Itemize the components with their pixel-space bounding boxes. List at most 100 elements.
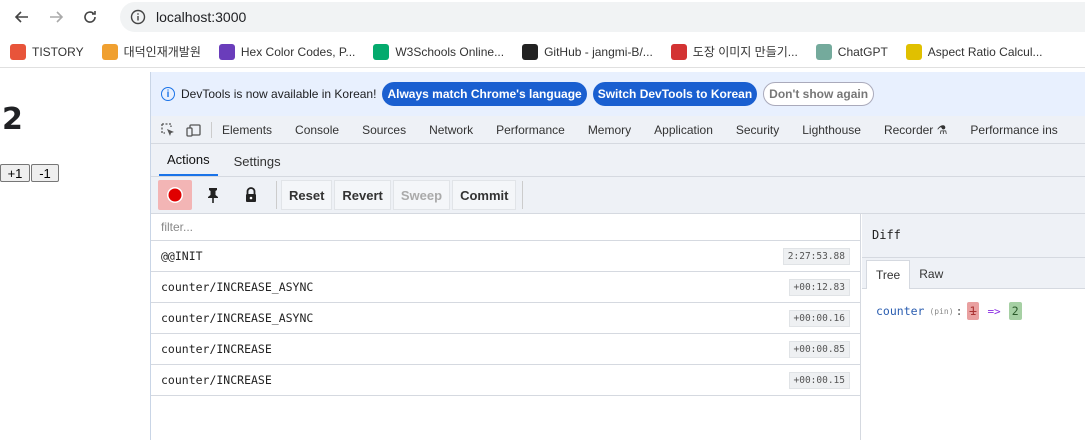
devtools-tab[interactable]: Memory <box>588 123 631 137</box>
record-icon <box>167 187 183 203</box>
bookmark-item[interactable]: W3Schools Online... <box>373 43 505 60</box>
bookmark-item[interactable]: TISTORY <box>10 43 84 60</box>
action-row[interactable]: counter/INCREASE_ASYNC +00:12.83 <box>151 272 860 303</box>
action-name: @@INIT <box>161 249 203 263</box>
sweep-button[interactable]: Sweep <box>392 180 451 210</box>
aspect-ratio-icon <box>905 43 922 60</box>
w3schools-icon <box>373 43 390 60</box>
github-icon <box>522 43 539 60</box>
action-time[interactable]: +00:00.16 <box>788 309 850 327</box>
bookmark-item[interactable]: Aspect Ratio Calcul... <box>905 43 1043 60</box>
devtools-tab[interactable]: Performance ins <box>970 123 1057 137</box>
record-button[interactable] <box>158 180 192 210</box>
stamp-icon <box>670 43 687 60</box>
dont-show-again-button[interactable]: Don't show again <box>763 82 875 106</box>
action-row[interactable]: counter/INCREASE_ASYNC +00:00.16 <box>151 303 860 334</box>
diff-title[interactable]: Diff <box>862 214 1085 258</box>
increment-button[interactable]: +1 <box>0 164 30 182</box>
language-infobar: i DevTools is now available in Korean! A… <box>151 72 1085 116</box>
action-row[interactable]: counter/INCREASE +00:00.85 <box>151 334 860 365</box>
toolbar-divider <box>276 181 277 209</box>
device-toggle-icon[interactable] <box>185 122 203 138</box>
devtools-tab[interactable]: Sources <box>362 123 406 137</box>
redux-toolbar: Reset Revert Sweep Commit <box>151 176 1085 214</box>
tab-raw[interactable]: Raw <box>910 267 952 288</box>
diff-pane: Diff Tree Raw counter (pin) : 1 => 2 <box>862 214 1085 440</box>
devtools-tab[interactable]: Security <box>736 123 779 137</box>
address-bar[interactable]: localhost:3000 <box>120 2 1085 32</box>
devtools-tab[interactable]: Application <box>654 123 713 137</box>
bookmark-label: W3Schools Online... <box>395 44 505 59</box>
info-icon[interactable] <box>130 9 146 25</box>
toolbar-divider <box>522 181 524 209</box>
diff-old-value: 1 <box>966 302 980 320</box>
infobar-message: DevTools is now available in Korean! <box>181 87 377 101</box>
reset-button[interactable]: Reset <box>281 180 333 210</box>
counter-value: 2 <box>2 102 23 137</box>
devtools-tab[interactable]: Network <box>429 123 473 137</box>
lock-button[interactable] <box>234 180 268 210</box>
action-row[interactable]: counter/INCREASE +00:00.15 <box>151 365 860 396</box>
hex-color-icon <box>218 43 235 60</box>
diff-new-value: 2 <box>1008 302 1022 320</box>
pin-icon <box>208 188 218 203</box>
bookmark-label: GitHub - jangmi-B/... <box>544 44 653 59</box>
match-language-button[interactable]: Always match Chrome's language <box>382 82 587 106</box>
bookmarks-bar: TISTORY 대덕인재개발원 Hex Color Codes, P... W3Sch… <box>0 36 1085 68</box>
tistory-icon <box>10 43 26 60</box>
action-list: filter... @@INIT 2:27:53.88 counter/INCREA… <box>151 214 861 440</box>
filter-input[interactable]: filter... <box>151 214 860 241</box>
browser-toolbar: localhost:3000 <box>0 0 1085 34</box>
diff-arrow: => <box>987 304 1001 318</box>
bookmark-item[interactable]: Hex Color Codes, P... <box>218 43 356 60</box>
revert-button[interactable]: Revert <box>334 180 391 210</box>
toolbar-divider <box>211 121 212 138</box>
diff-colon: : <box>955 304 963 318</box>
devtools-tab[interactable]: Recorder ⚗ <box>884 123 947 137</box>
diff-pin[interactable]: (pin) <box>929 307 953 316</box>
action-name: counter/INCREASE_ASYNC <box>161 280 314 294</box>
inspect-element-icon[interactable] <box>159 122 177 138</box>
bookmark-label: 도장 이미지 만들기... <box>692 45 798 59</box>
bookmark-label: Aspect Ratio Calcul... <box>927 44 1043 59</box>
bookmark-item[interactable]: 도장 이미지 만들기... <box>670 43 798 60</box>
devtools-panel: i DevTools is now available in Korean! A… <box>150 72 1085 440</box>
diff-key[interactable]: counter <box>876 304 924 318</box>
devtools-tab[interactable]: Performance <box>496 123 565 137</box>
devtools-tab[interactable]: Lighthouse <box>802 123 861 137</box>
bookmark-label: ChatGPT <box>837 44 888 59</box>
redux-subtabs: Actions Settings <box>151 144 1085 176</box>
commit-button[interactable]: Commit <box>452 180 517 210</box>
action-time[interactable]: 2:27:53.88 <box>782 247 850 265</box>
app-page: 2 +1 -1 <box>0 72 150 440</box>
pin-button[interactable] <box>196 180 230 210</box>
reload-icon[interactable] <box>78 5 102 29</box>
bookmark-label: Hex Color Codes, P... <box>240 44 356 59</box>
tab-actions[interactable]: Actions <box>159 152 218 176</box>
action-time[interactable]: +00:00.15 <box>788 371 850 389</box>
action-time[interactable]: +00:00.85 <box>788 340 850 358</box>
devtools-tabbar: Elements Console Sources Network Performance… <box>151 116 1085 144</box>
decrement-button[interactable]: -1 <box>31 164 59 182</box>
back-icon[interactable] <box>10 5 34 29</box>
url-text[interactable]: localhost:3000 <box>156 9 246 25</box>
forward-icon[interactable] <box>44 5 68 29</box>
lock-icon <box>246 187 256 202</box>
action-row[interactable]: @@INIT 2:27:53.88 <box>151 241 860 272</box>
action-time[interactable]: +00:12.83 <box>788 278 850 296</box>
devtools-tab[interactable]: Elements <box>222 123 272 137</box>
devtools-tab[interactable]: Console <box>295 123 339 137</box>
diff-tree: counter (pin) : 1 => 2 <box>862 289 1085 333</box>
bookmark-label: TISTORY <box>32 44 84 59</box>
bookmark-label: 대덕인재개발원 <box>123 45 201 59</box>
bookmark-item[interactable]: GitHub - jangmi-B/... <box>522 43 653 60</box>
ddit-icon <box>101 43 118 60</box>
bookmark-item[interactable]: ChatGPT <box>815 43 888 60</box>
tab-settings[interactable]: Settings <box>226 154 289 176</box>
switch-korean-button[interactable]: Switch DevTools to Korean <box>592 82 758 106</box>
bookmark-item[interactable]: 대덕인재개발원 <box>101 43 201 60</box>
chatgpt-icon <box>815 43 832 60</box>
tab-tree[interactable]: Tree <box>866 260 911 289</box>
action-name: counter/INCREASE <box>161 342 272 356</box>
action-name: counter/INCREASE <box>161 373 272 387</box>
